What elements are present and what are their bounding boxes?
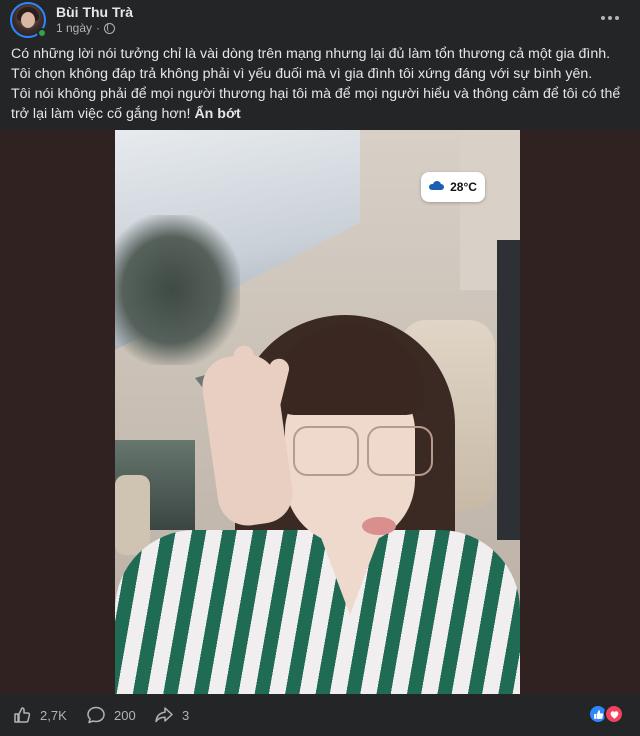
post-timestamp[interactable]: 1 ngày [56, 21, 92, 35]
rain-cloud-icon [429, 181, 445, 193]
glasses-lens [293, 426, 359, 476]
share-icon [155, 707, 173, 723]
share-button[interactable]: 3 [154, 694, 189, 736]
avatar-face [21, 12, 35, 28]
globe-icon [104, 22, 116, 34]
comment-count: 200 [114, 707, 136, 723]
trees [115, 215, 240, 365]
weather-temperature: 28°C [450, 180, 477, 194]
comment-icon [87, 706, 105, 724]
author-name[interactable]: Bùi Thu Trà [56, 4, 133, 20]
post-text-line-last: trở lại làm việc cố gắng hơn! Ẩn bớt [11, 104, 629, 124]
online-status-dot [37, 28, 47, 38]
post-text-line: Có những lời nói tưởng chỉ là vài dòng t… [11, 46, 611, 62]
more-options-button[interactable] [598, 6, 622, 30]
media-frame: 28°C [0, 130, 640, 694]
car-seat [115, 475, 150, 555]
like-button[interactable]: 2,7K [12, 694, 67, 736]
reaction-summary[interactable] [588, 704, 624, 724]
post-header: Bùi Thu Trà 1 ngày · [0, 0, 640, 40]
post-text-line: trở lại làm việc cố gắng hơn! [11, 106, 191, 122]
post-meta: 1 ngày · [56, 21, 116, 35]
lips [362, 517, 396, 535]
share-count: 3 [182, 707, 190, 723]
car-door [497, 240, 520, 540]
meta-separator: · [96, 21, 101, 35]
post-card: Bùi Thu Trà 1 ngày · Có những lời nói tư… [0, 0, 640, 736]
post-text-line: Tôi nói không phải để mọi người thương h… [11, 86, 621, 102]
striped-shirt [115, 530, 520, 694]
dot-icon [608, 16, 612, 20]
comment-button[interactable]: 200 [86, 694, 136, 736]
like-icon [14, 707, 31, 723]
weather-sticker: 28°C [421, 172, 485, 202]
see-less-link[interactable]: Ẩn bớt [194, 106, 240, 122]
love-reaction-icon [604, 704, 624, 724]
dot-icon [601, 16, 605, 20]
like-count: 2,7K [40, 707, 67, 723]
post-text: Có những lời nói tưởng chỉ là vài dòng t… [11, 44, 629, 124]
post-photo[interactable]: 28°C [115, 130, 520, 694]
dot-icon [615, 16, 619, 20]
glasses-lens [367, 426, 433, 476]
post-footer: 2,7K 200 3 [0, 694, 640, 736]
post-text-line: Tôi chọn không đáp trả không phải vì yếu… [11, 66, 593, 82]
